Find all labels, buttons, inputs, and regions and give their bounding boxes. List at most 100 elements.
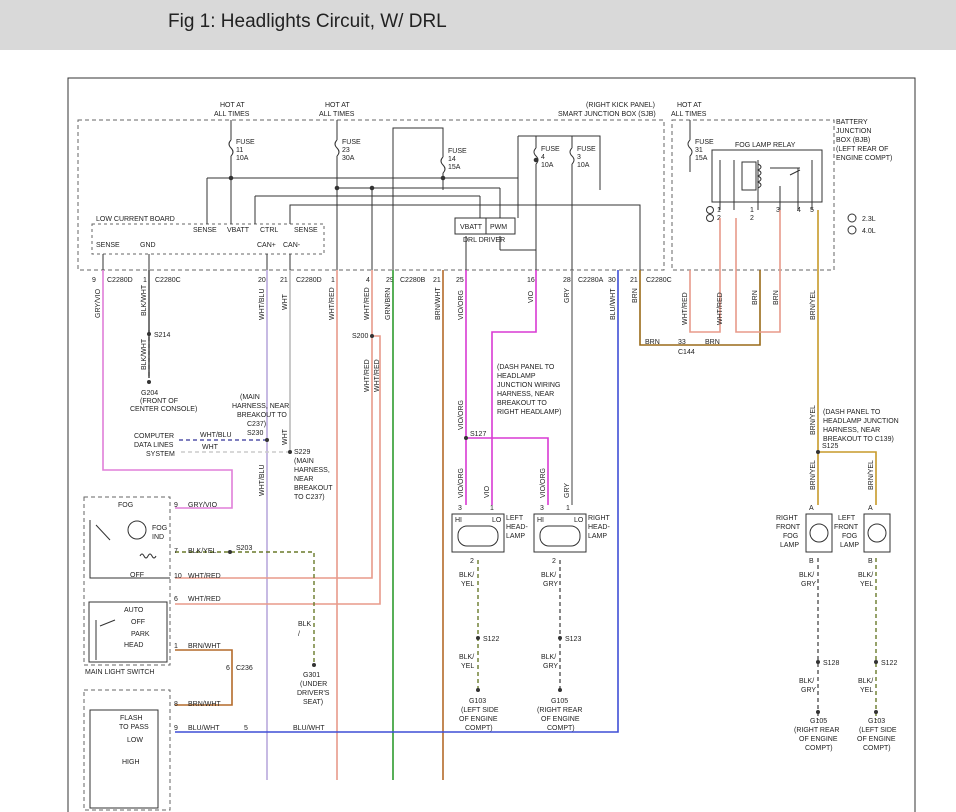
switch-pin-labels: 9 GRY/VIO 7 BLK/YEL S203 10 WHT/RED 6 WHT/RE…	[174, 502, 325, 732]
svg-text:GRY: GRY	[564, 483, 571, 498]
svg-text:BLK/YEL: BLK/YEL	[188, 548, 217, 555]
headlights-circuit-diagram: HOT AT ALL TIMES HOT AT ALL TIMES (RIGHT…	[67, 77, 916, 812]
left-headlamp: 3 1 HI LO LEFT HEAD- LAMP 2	[451, 505, 528, 565]
svg-text:LEFT: LEFT	[506, 515, 524, 522]
svg-text:2: 2	[750, 215, 754, 222]
svg-text:BRN: BRN	[632, 288, 639, 303]
fuse-11: FUSE1110A	[228, 120, 255, 224]
svg-text:FUSE: FUSE	[342, 139, 361, 146]
svg-text:31: 31	[695, 147, 703, 154]
fog-relay-pins: 1 2 1 2 3 4 5	[706, 206, 814, 222]
svg-text:BRN: BRN	[705, 339, 720, 346]
svg-text:(DASH PANEL TO: (DASH PANEL TO	[823, 409, 881, 416]
svg-text:COMPUTER: COMPUTER	[134, 433, 174, 440]
svg-text:TO PASS: TO PASS	[119, 724, 149, 731]
svg-text:RIGHT HEADLAMP): RIGHT HEADLAMP)	[497, 409, 561, 416]
svg-text:(UNDER: (UNDER	[300, 681, 327, 688]
svg-text:DRIVER'S: DRIVER'S	[297, 690, 330, 697]
svg-text:BRN/YEL: BRN/YEL	[868, 460, 875, 490]
svg-text:PARK: PARK	[131, 631, 150, 638]
svg-text:4.0L: 4.0L	[862, 228, 876, 235]
svg-text:FRONT: FRONT	[776, 524, 801, 531]
svg-text:FUSE: FUSE	[448, 148, 467, 155]
svg-text:FRONT: FRONT	[834, 524, 859, 531]
svg-text:10A: 10A	[577, 162, 590, 169]
svg-text:BATTERY: BATTERY	[836, 119, 868, 126]
drl-pwm-label: PWM	[490, 224, 507, 231]
svg-text:1: 1	[566, 505, 570, 512]
svg-text:11: 11	[236, 147, 243, 154]
svg-text:BRN: BRN	[752, 290, 759, 305]
svg-text:CTRL: CTRL	[260, 227, 278, 234]
svg-text:S127: S127	[470, 431, 486, 438]
svg-text:RIGHT: RIGHT	[588, 515, 611, 522]
fog-lamp-relay-label: FOG LAMP RELAY	[735, 142, 796, 149]
svg-text:4: 4	[797, 207, 801, 214]
svg-text:(RIGHT REAR: (RIGHT REAR	[794, 727, 839, 734]
drl-driver-label: DRL DRIVER	[463, 237, 505, 244]
svg-text:LAMP: LAMP	[780, 542, 799, 549]
svg-text:2.3L: 2.3L	[862, 216, 876, 223]
top-labels: HOT AT ALL TIMES HOT AT ALL TIMES (RIGHT…	[214, 102, 892, 162]
svg-text:HEAD-: HEAD-	[506, 524, 528, 531]
svg-text:JUNCTION: JUNCTION	[836, 128, 871, 135]
svg-text:SENSE: SENSE	[193, 227, 217, 234]
svg-text:5: 5	[244, 725, 248, 732]
svg-text:20: 20	[258, 277, 266, 284]
svg-text:ALL TIMES: ALL TIMES	[319, 111, 355, 118]
svg-text:BLK/: BLK/	[799, 572, 814, 579]
svg-text:BLK/: BLK/	[459, 572, 474, 579]
svg-text:BREAKOUT TO: BREAKOUT TO	[237, 412, 287, 419]
svg-text:C2280A: C2280A	[578, 277, 604, 284]
svg-text:G204: G204	[141, 390, 158, 397]
svg-text:WHT/RED: WHT/RED	[364, 359, 371, 392]
svg-text:HARNESS, NEAR: HARNESS, NEAR	[232, 403, 289, 410]
svg-text:(MAIN: (MAIN	[294, 458, 314, 465]
svg-text:SENSE: SENSE	[294, 227, 318, 234]
svg-text:HIGH: HIGH	[122, 759, 140, 766]
svg-text:G105: G105	[810, 718, 827, 725]
svg-text:21: 21	[630, 277, 638, 284]
svg-text:23: 23	[342, 147, 350, 154]
svg-text:A: A	[809, 505, 814, 512]
svg-text:BLU/WHT: BLU/WHT	[610, 288, 617, 320]
svg-text:FUSE: FUSE	[695, 139, 714, 146]
fuse-14: FUSE1415A	[440, 148, 467, 174]
svg-text:30: 30	[608, 277, 616, 284]
svg-text:JUNCTION WIRING: JUNCTION WIRING	[497, 382, 560, 389]
svg-text:28: 28	[563, 277, 571, 284]
svg-text:GRY: GRY	[801, 687, 816, 694]
svg-text:FOG: FOG	[152, 525, 167, 532]
fuse-4: FUSE410A	[533, 136, 560, 270]
svg-text:2: 2	[552, 558, 556, 565]
svg-text:21: 21	[433, 277, 441, 284]
svg-text:BLK/: BLK/	[541, 572, 556, 579]
svg-text:BREAKOUT: BREAKOUT	[294, 485, 333, 492]
svg-text:MAIN LIGHT SWITCH: MAIN LIGHT SWITCH	[85, 669, 154, 676]
svg-text:1: 1	[143, 277, 147, 284]
fuse-31: FUSE3115A	[687, 120, 714, 172]
svg-text:WHT/RED: WHT/RED	[364, 287, 371, 320]
svg-text:HOT AT: HOT AT	[220, 102, 245, 109]
svg-text:G103: G103	[868, 718, 885, 725]
svg-text:C237): C237)	[247, 421, 266, 428]
svg-text:1: 1	[717, 207, 721, 214]
svg-text:YEL: YEL	[461, 663, 474, 670]
svg-text:WHT/RED: WHT/RED	[188, 596, 221, 603]
svg-text:OF ENGINE: OF ENGINE	[541, 716, 580, 723]
svg-text:WHT/RED: WHT/RED	[188, 573, 221, 580]
svg-text:HOT AT: HOT AT	[325, 102, 350, 109]
svg-text:IND: IND	[152, 534, 164, 541]
svg-text:WHT/BLU: WHT/BLU	[259, 289, 266, 321]
svg-text:WHT/BLU: WHT/BLU	[200, 432, 232, 439]
svg-text:8: 8	[174, 701, 178, 708]
svg-text:WHT/RED: WHT/RED	[374, 359, 381, 392]
svg-text:VIO/ORG: VIO/ORG	[540, 468, 547, 498]
svg-text:BLK/: BLK/	[799, 678, 814, 685]
svg-text:LAMP: LAMP	[588, 533, 607, 540]
fog-lamp-relay	[711, 149, 823, 203]
svg-text:1: 1	[750, 207, 754, 214]
svg-text:C144: C144	[678, 349, 695, 356]
svg-text:LO: LO	[492, 517, 502, 524]
svg-text:HI: HI	[455, 517, 462, 524]
